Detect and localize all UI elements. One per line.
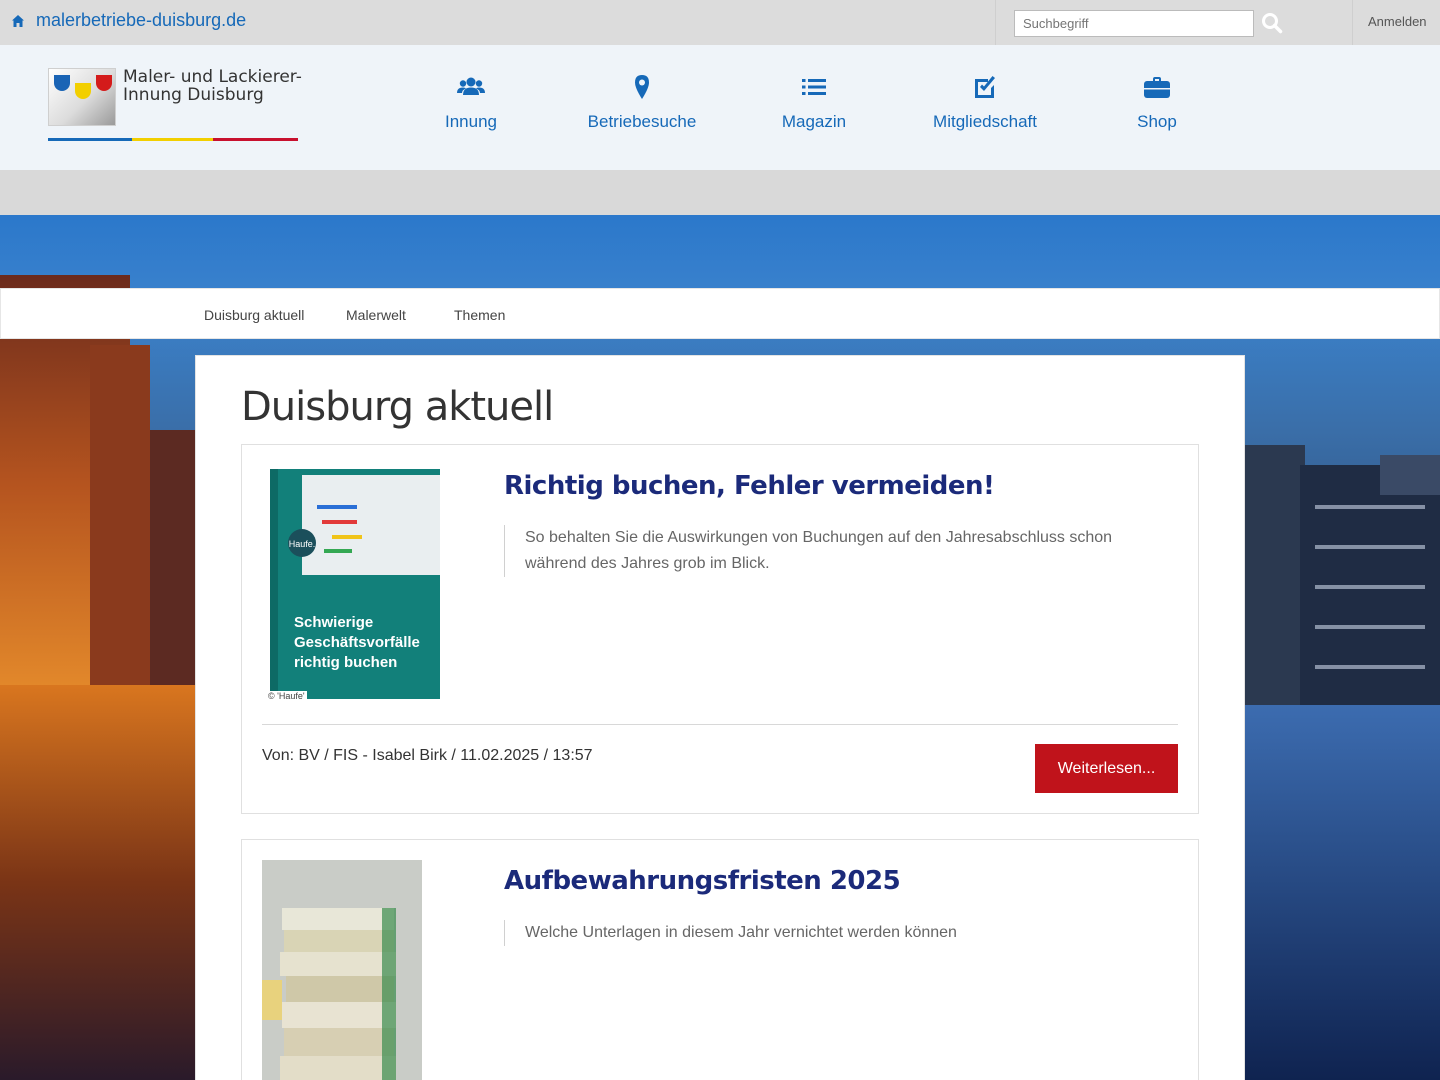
blue-shield-icon	[54, 75, 70, 91]
home-icon[interactable]	[11, 14, 25, 28]
logo-line-2: Innung Duisburg	[123, 85, 264, 105]
nav-label: Magazin	[781, 112, 847, 131]
article-card: Aufbewahrungsfristen 2025 Welche Unterla…	[241, 839, 1199, 1080]
red-shield-icon	[96, 75, 112, 91]
article-card: Haufe. Schwierige Geschäftsvorfälle rich…	[241, 444, 1199, 814]
list-icon	[802, 79, 826, 95]
book-cover-image[interactable]: Haufe. Schwierige Geschäftsvorfälle rich…	[262, 465, 442, 705]
book-brand: Haufe.	[289, 539, 316, 549]
yellow-shield-icon	[75, 83, 91, 99]
article-teaser: So behalten Sie die Auswirkungen von Buc…	[504, 525, 1164, 577]
article-divider	[262, 724, 1178, 725]
binders-photo-image[interactable]	[262, 860, 422, 1080]
read-more-button[interactable]: Weiterlesen...	[1035, 744, 1178, 793]
logo-stripe-yellow	[132, 138, 213, 141]
login-link[interactable]: Anmelden	[1368, 14, 1427, 29]
nav-label: Innung	[445, 112, 497, 131]
content-panel: Duisburg aktuell Haufe. Schwierige Gesch…	[195, 355, 1245, 1080]
logo[interactable]: Maler- und Lackierer- Innung Duisburg	[48, 68, 308, 143]
image-credit: © 'Haufe'	[266, 691, 307, 701]
nav-label: Mitgliedschaft	[933, 112, 1037, 131]
search-area	[995, 0, 1353, 45]
search-input[interactable]	[1014, 10, 1254, 37]
logo-stripe-red	[213, 138, 298, 141]
logo-line-1: Maler- und Lackierer-	[123, 67, 302, 87]
subnav-item-themen[interactable]: Themen	[454, 307, 505, 323]
map-marker-icon	[635, 75, 649, 99]
nav-item-innung[interactable]: Innung	[396, 45, 546, 170]
header: Maler- und Lackierer- Innung Duisburg In…	[0, 45, 1440, 170]
logo-stripe-blue	[48, 138, 132, 141]
nav-item-betriebesuche[interactable]: Betriebesuche	[567, 45, 717, 170]
nav-item-shop[interactable]: Shop	[1082, 45, 1232, 170]
subnav-item-malerwelt[interactable]: Malerwelt	[346, 307, 406, 323]
page-title: Duisburg aktuell	[241, 384, 554, 430]
article-title[interactable]: Richtig buchen, Fehler vermeiden!	[504, 471, 995, 501]
briefcase-icon	[1144, 77, 1170, 98]
users-icon	[457, 77, 485, 95]
book-title-line-3: richtig buchen	[294, 654, 397, 671]
grey-spacer-bar	[0, 170, 1440, 215]
logo-tile	[48, 68, 116, 126]
edit-check-icon	[975, 76, 995, 98]
subnav-item-duisburg-aktuell[interactable]: Duisburg aktuell	[204, 307, 304, 323]
logo-text: Maler- und Lackierer- Innung Duisburg	[123, 68, 302, 104]
top-bar: malerbetriebe-duisburg.de Anmelden	[0, 0, 1440, 45]
article-teaser: Welche Unterlagen in diesem Jahr vernich…	[504, 920, 1164, 946]
site-home-link[interactable]: malerbetriebe-duisburg.de	[36, 10, 246, 31]
search-icon	[1262, 13, 1283, 34]
book-title-line-2: Geschäftsvorfälle	[294, 634, 420, 651]
nav-item-mitgliedschaft[interactable]: Mitgliedschaft	[910, 45, 1060, 170]
nav-label: Shop	[1137, 112, 1177, 131]
nav-label: Betriebesuche	[587, 112, 697, 131]
nav-item-magazin[interactable]: Magazin	[739, 45, 889, 170]
book-title-line-1: Schwierige	[294, 614, 373, 631]
search-button[interactable]	[1260, 12, 1284, 36]
article-meta: Von: BV / FIS - Isabel Birk / 11.02.2025…	[262, 747, 593, 764]
sub-nav: Duisburg aktuell Malerwelt Themen	[0, 288, 1440, 339]
article-title[interactable]: Aufbewahrungsfristen 2025	[504, 866, 901, 896]
